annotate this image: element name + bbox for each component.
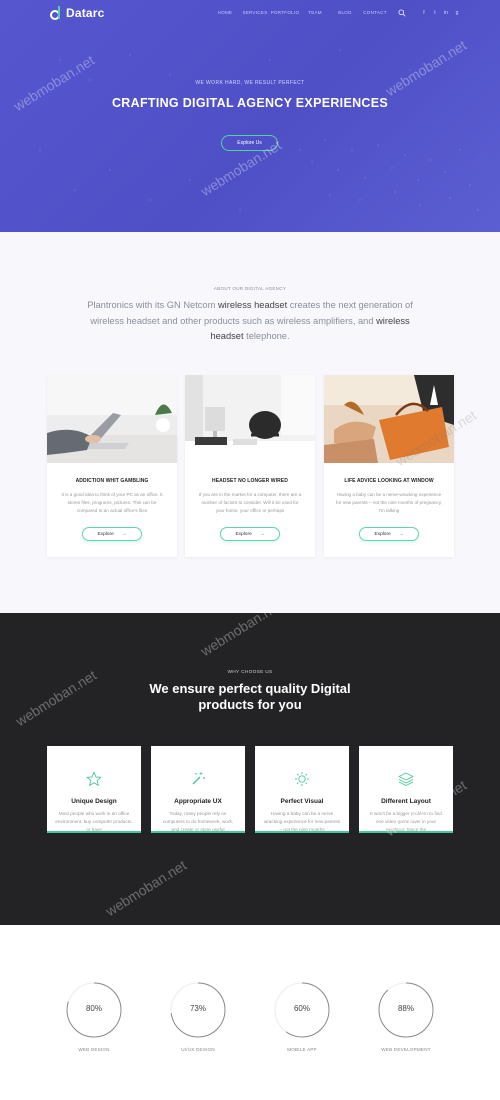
- hero-title: CRAFTING DIGITAL AGENCY EXPERIENCES: [111, 96, 389, 110]
- main-menu: HOME SERVICES PORTFOLIO TEAM BLOG CONTAC…: [210, 10, 390, 15]
- card-image-handbag: [324, 375, 454, 463]
- feature-text: Most people who work in an office enviro…: [55, 811, 133, 832]
- explore-button[interactable]: Explore →: [359, 527, 419, 541]
- about-kicker: ABOUT OUR DIGITAL AGENCY: [213, 286, 287, 291]
- magic-wand-icon: [192, 772, 205, 785]
- menu-item-blog[interactable]: BLOG: [330, 10, 360, 15]
- why-kicker: WHY CHOOSE US: [227, 670, 273, 675]
- why-title-line: products for you: [198, 697, 302, 712]
- card-image-laptop: [47, 375, 177, 463]
- skill-stat: 80% WEB DESIGN: [65, 981, 123, 1052]
- feature-text: Having a baby can be a nerve wracking ex…: [263, 811, 341, 832]
- logo[interactable]: Datarc: [50, 5, 105, 20]
- explore-label: Explore: [374, 531, 391, 537]
- arrow-right-icon: →: [121, 531, 127, 537]
- facebook-icon[interactable]: f: [421, 10, 427, 16]
- skill-label: MOBILE APP: [287, 1047, 317, 1052]
- sun-icon: [295, 772, 309, 786]
- feature-card: Appropriate UX Today, many people rely o…: [151, 746, 245, 833]
- star-icon: [86, 771, 102, 786]
- twitter-icon[interactable]: t: [432, 10, 438, 16]
- skills-section: 80% WEB DESIGN 73% UI/UX DESIGN 60% MOBI…: [0, 925, 500, 1100]
- arrow-right-icon: →: [259, 531, 265, 537]
- blog-card: HEADSET NO LONGER WIRED If you are in th…: [185, 375, 315, 557]
- feature-title: Unique Design: [71, 798, 117, 805]
- menu-item-home[interactable]: HOME: [210, 10, 240, 15]
- card-title: LIFE ADVICE LOOKING AT WINDOW: [344, 478, 434, 484]
- skill-value: 88%: [397, 1004, 414, 1013]
- menu-item-services[interactable]: SERVICES: [240, 10, 270, 15]
- card-text: If you are in the market for a computer,…: [198, 492, 302, 513]
- google-icon[interactable]: g: [454, 10, 460, 16]
- explore-label: Explore: [235, 531, 252, 537]
- menu-item-team[interactable]: TEAM: [300, 10, 330, 15]
- page: Datarc HOME SERVICES PORTFOLIO TEAM BLOG…: [0, 0, 500, 1100]
- feature-card: Different Layout It won't be a bigger pr…: [359, 746, 453, 833]
- about-text-part: telephone.: [243, 331, 290, 341]
- about-text-highlight: wireless headset: [217, 300, 288, 310]
- why-choose-us-section: WHY CHOOSE US We ensure perfect quality …: [0, 613, 500, 925]
- skill-value: 73%: [189, 1004, 206, 1013]
- feature-title: Different Layout: [381, 798, 431, 805]
- layers-icon: [398, 772, 414, 786]
- card-title: ADDICTION WHIT GAMBLING: [75, 478, 149, 484]
- why-title-line: We ensure perfect quality Digital: [149, 681, 351, 696]
- about-paragraph: Plantronics with its GN Netcom wireless …: [80, 298, 420, 345]
- feature-text: It won't be a bigger problem to find one…: [370, 811, 442, 832]
- card-text: Having a baby can be a nerve-wracking ex…: [336, 492, 442, 513]
- feature-text: Today, many people rely on computers to …: [162, 811, 234, 832]
- brand-name: Datarc: [66, 5, 105, 20]
- feature-title: Appropriate UX: [174, 798, 222, 805]
- logo-icon: [50, 6, 60, 20]
- skill-label: WEB DEVELOPMENT: [381, 1047, 431, 1052]
- blog-card: LIFE ADVICE LOOKING AT WINDOW Having a b…: [324, 375, 454, 557]
- skill-value: 60%: [293, 1004, 310, 1013]
- hero-section: Datarc HOME SERVICES PORTFOLIO TEAM BLOG…: [0, 0, 500, 232]
- search-icon[interactable]: [398, 9, 406, 17]
- card-text: It is a good idea to think of your PC as…: [61, 492, 163, 513]
- explore-button[interactable]: Explore →: [82, 527, 142, 541]
- skill-stat: 88% WEB DEVELOPMENT: [377, 981, 435, 1052]
- menu-item-portfolio[interactable]: PORTFOLIO: [270, 10, 300, 15]
- skill-stat: 60% MOBILE APP: [273, 981, 331, 1052]
- skill-label: WEB DESIGN: [78, 1047, 110, 1052]
- skill-label: UI/UX DESIGN: [181, 1047, 215, 1052]
- top-navbar: Datarc HOME SERVICES PORTFOLIO TEAM BLOG…: [0, 0, 500, 28]
- card-image-office: [185, 375, 315, 463]
- feature-card: Perfect Visual Having a baby can be a ne…: [255, 746, 349, 833]
- linkedin-icon[interactable]: in: [443, 10, 449, 16]
- hero-kicker: WE WORK HARD, WE RESULT PERFECT: [195, 80, 305, 86]
- skill-stat: 73% UI/UX DESIGN: [169, 981, 227, 1052]
- feature-card: Unique Design Most people who work in an…: [47, 746, 141, 833]
- about-section: ABOUT OUR DIGITAL AGENCY Plantronics wit…: [0, 232, 500, 613]
- menu-item-contact[interactable]: CONTACT: [360, 10, 390, 15]
- card-title: HEADSET NO LONGER WIRED: [212, 478, 288, 484]
- about-text-part: Plantronics with its GN Netcom: [87, 300, 218, 310]
- explore-us-button[interactable]: Explore Us: [221, 135, 278, 151]
- blog-card: ADDICTION WHIT GAMBLING It is a good ide…: [47, 375, 177, 557]
- social-links: f t in g: [421, 10, 460, 16]
- arrow-right-icon: →: [398, 531, 404, 537]
- skill-value: 80%: [85, 1004, 102, 1013]
- why-title: We ensure perfect quality Digital produc…: [0, 681, 500, 713]
- explore-button[interactable]: Explore →: [220, 527, 280, 541]
- feature-title: Perfect Visual: [280, 798, 324, 805]
- explore-label: Explore: [97, 531, 114, 537]
- hero-dot-pattern: [19, 44, 481, 211]
